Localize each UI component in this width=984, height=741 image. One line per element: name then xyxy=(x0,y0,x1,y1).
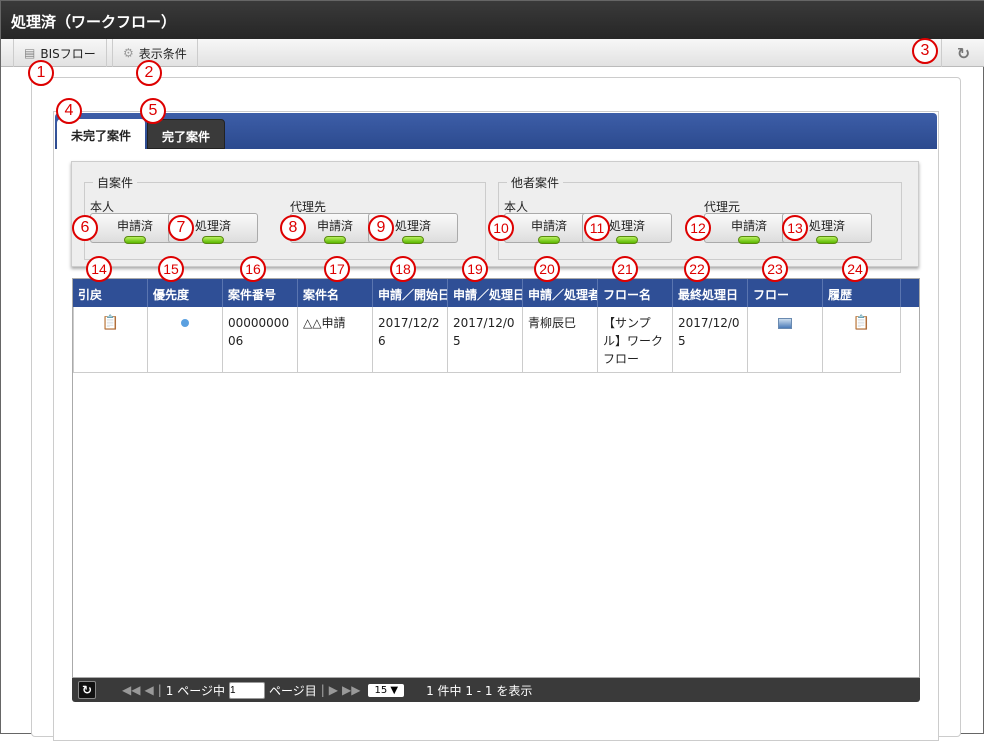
annotation-marker: 8 xyxy=(280,215,306,241)
annotation-marker: 15 xyxy=(158,256,184,282)
col-case-no[interactable]: 案件番号 xyxy=(223,279,298,307)
flow-image-icon[interactable] xyxy=(748,307,823,373)
annotation-marker: 7 xyxy=(168,215,194,241)
others-self-applied-button[interactable]: 申請済 xyxy=(504,213,594,244)
status-led-icon xyxy=(324,236,346,244)
annotation-marker: 23 xyxy=(762,256,788,282)
annotation-marker: 9 xyxy=(368,215,394,241)
col-start-date[interactable]: 申請／開始日 xyxy=(373,279,448,307)
filter-panel: 自案件 他者案件 本人 代理先 本人 代理元 申請済 処理済 申請済 処理済 申… xyxy=(71,161,919,267)
col-pullback[interactable]: 引戻 xyxy=(73,279,148,307)
annotation-marker: 5 xyxy=(140,98,166,124)
priority-cell xyxy=(148,307,223,373)
annotation-marker: 6 xyxy=(72,215,98,241)
col-last-date[interactable]: 最終処理日 xyxy=(673,279,748,307)
annotation-marker: 12 xyxy=(685,215,711,241)
annotation-marker: 17 xyxy=(324,256,350,282)
header-filler xyxy=(901,279,919,307)
priority-dot-icon xyxy=(181,319,189,327)
col-history[interactable]: 履歴 xyxy=(823,279,901,307)
next-page-icon[interactable]: ▶ xyxy=(329,683,338,697)
processor-cell: 青柳辰巳 xyxy=(523,307,598,373)
case-name-cell: △△申請 xyxy=(298,307,373,373)
flow-name-cell: 【サンプル】ワークフロー xyxy=(598,307,673,373)
status-led-icon xyxy=(402,236,424,244)
pullback-icon[interactable]: 📋 xyxy=(73,307,148,373)
history-icon[interactable]: 📋 xyxy=(823,307,901,373)
status-led-icon xyxy=(738,236,760,244)
annotation-marker: 3 xyxy=(912,38,938,64)
tab-bar: 未完了案件 完了案件 xyxy=(55,113,937,149)
bis-flow-label: BISフロー xyxy=(40,46,96,61)
annotation-marker: 4 xyxy=(56,98,82,124)
start-date-cell: 2017/12/26 xyxy=(373,307,448,373)
status-led-icon xyxy=(538,236,560,244)
pager: ↻ ◀◀ ◀ | 1 ページ中 ページ目 | ▶ ▶▶ 15 ▼ 1 件中 1 … xyxy=(72,678,920,702)
refresh-button[interactable]: ↻ xyxy=(941,39,984,67)
col-process-date[interactable]: 申請／処理日 xyxy=(448,279,523,307)
col-flow[interactable]: フロー xyxy=(748,279,823,307)
others-cases-legend: 他者案件 xyxy=(511,176,560,190)
annotation-marker: 22 xyxy=(684,256,710,282)
status-led-icon xyxy=(124,236,146,244)
col-processor[interactable]: 申請／処理者 xyxy=(523,279,598,307)
status-led-icon xyxy=(816,236,838,244)
page-of-label: 1 ページ中 xyxy=(165,683,225,698)
col-case-name[interactable]: 案件名 xyxy=(298,279,373,307)
process-date-cell: 2017/12/05 xyxy=(448,307,523,373)
tab-complete[interactable]: 完了案件 xyxy=(147,119,226,149)
own-cases-legend: 自案件 xyxy=(97,176,134,190)
bis-flow-button[interactable]: ▤ BISフロー xyxy=(13,39,107,67)
others-proxy-applied-button[interactable]: 申請済 xyxy=(704,213,794,244)
page-suffix-label: ページ目 xyxy=(268,683,317,698)
annotation-marker: 18 xyxy=(390,256,416,282)
annotation-marker: 21 xyxy=(612,256,638,282)
annotation-marker: 19 xyxy=(462,256,488,282)
page-title: 処理済（ワークフロー） xyxy=(1,1,984,39)
col-priority[interactable]: 優先度 xyxy=(148,279,223,307)
col-flow-name[interactable]: フロー名 xyxy=(598,279,673,307)
refresh-icon: ↻ xyxy=(956,43,971,63)
annotation-marker: 13 xyxy=(782,215,808,241)
list-icon: ▤ xyxy=(24,46,36,60)
own-self-applied-button[interactable]: 申請済 xyxy=(90,213,180,244)
last-page-icon[interactable]: ▶▶ xyxy=(342,683,360,697)
prev-page-icon[interactable]: ◀ xyxy=(144,683,153,697)
per-page-select[interactable]: 15 ▼ xyxy=(368,683,405,697)
first-page-icon[interactable]: ◀◀ xyxy=(122,683,140,697)
annotation-marker: 10 xyxy=(488,215,514,241)
annotation-marker: 2 xyxy=(136,60,162,86)
annotation-marker: 1 xyxy=(28,60,54,86)
case-no-cell: 0000000006 xyxy=(223,307,298,373)
status-led-icon xyxy=(202,236,224,244)
annotation-marker: 24 xyxy=(842,256,868,282)
status-led-icon xyxy=(616,236,638,244)
last-date-cell: 2017/12/05 xyxy=(673,307,748,373)
annotation-marker: 20 xyxy=(534,256,560,282)
page-input[interactable] xyxy=(228,681,265,699)
record-summary: 1 件中 1 - 1 を表示 xyxy=(426,683,533,698)
display-conditions-label: 表示条件 xyxy=(138,46,187,61)
annotation-marker: 16 xyxy=(240,256,266,282)
gear-icon: ⚙ xyxy=(123,46,134,60)
annotation-marker: 11 xyxy=(584,215,610,241)
reload-button[interactable]: ↻ xyxy=(78,681,96,699)
annotation-marker: 14 xyxy=(86,256,112,282)
